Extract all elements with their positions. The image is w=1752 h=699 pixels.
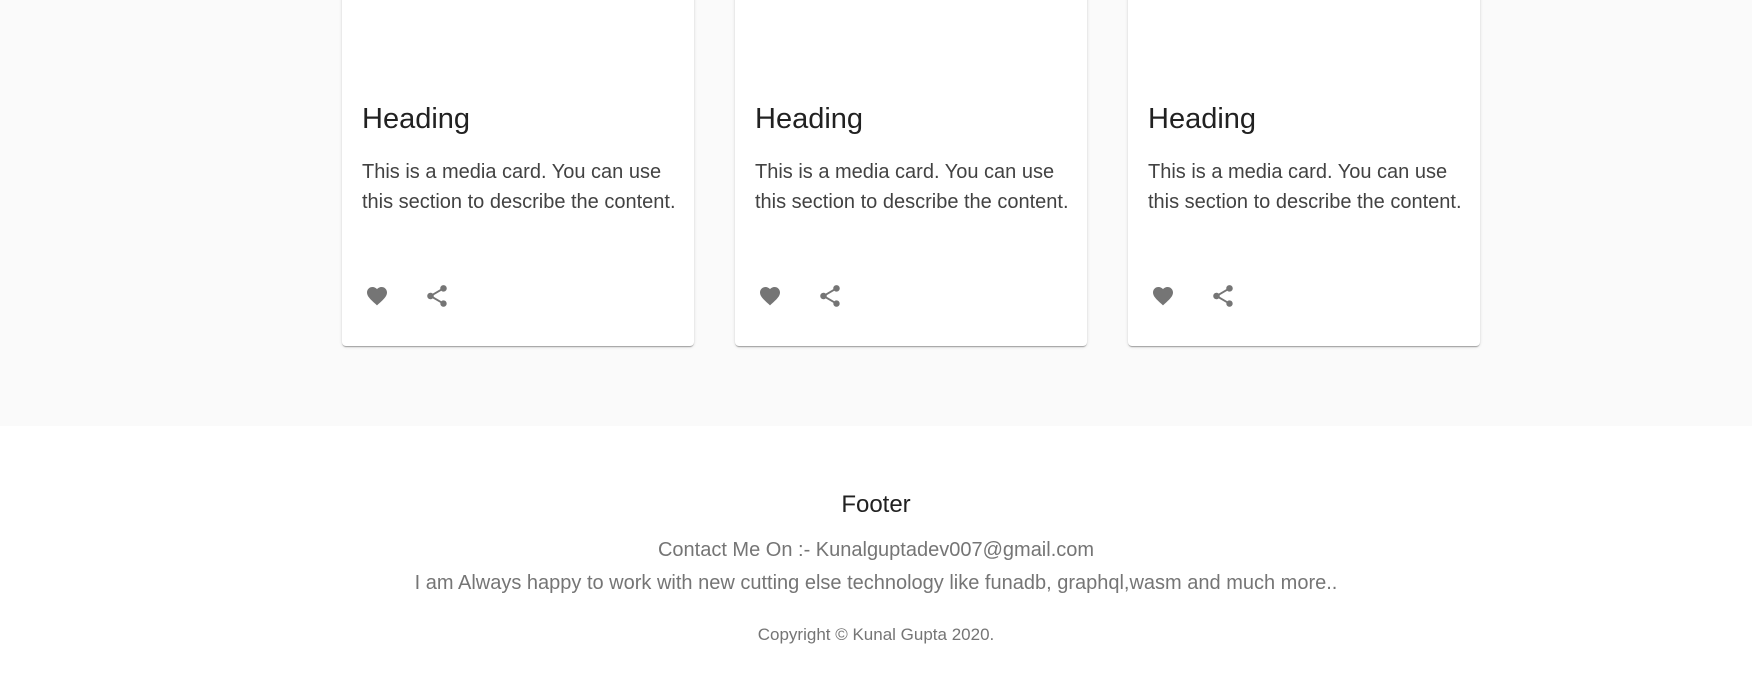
footer: Footer Contact Me On :- Kunalguptadev007…: [0, 426, 1752, 699]
like-button[interactable]: [755, 281, 785, 311]
share-icon: [427, 285, 447, 307]
share-button[interactable]: [815, 281, 845, 311]
share-icon: [1213, 285, 1233, 307]
heart-icon: [367, 287, 387, 306]
card-description: This is a media card. You can use this s…: [755, 161, 1069, 213]
card-heading: Heading: [1148, 103, 1257, 135]
share-button[interactable]: [422, 281, 452, 311]
share-button[interactable]: [1208, 281, 1238, 311]
footer-title: Footer: [841, 491, 911, 518]
heart-icon: [760, 287, 780, 306]
card-description: This is a media card. You can use this s…: [362, 161, 676, 213]
like-button[interactable]: [1148, 281, 1178, 311]
footer-contact: Contact Me On :- Kunalguptadev007@gmail.…: [657, 539, 1095, 561]
heart-icon: [1153, 287, 1173, 306]
like-button[interactable]: [362, 281, 392, 311]
footer-description: I am Always happy to work with new cutti…: [414, 572, 1338, 594]
cards-section: Heading This is a media card. You can us…: [0, 0, 1752, 426]
media-card: Heading This is a media card. You can us…: [1128, 0, 1480, 346]
card-heading: Heading: [755, 103, 864, 135]
share-icon: [820, 285, 840, 307]
media-card: Heading This is a media card. You can us…: [735, 0, 1087, 346]
media-card: Heading This is a media card. You can us…: [342, 0, 694, 346]
footer-copyright: Copyright © Kunal Gupta 2020.: [757, 625, 995, 644]
card-description: This is a media card. You can use this s…: [1148, 161, 1462, 213]
card-heading: Heading: [362, 103, 471, 135]
